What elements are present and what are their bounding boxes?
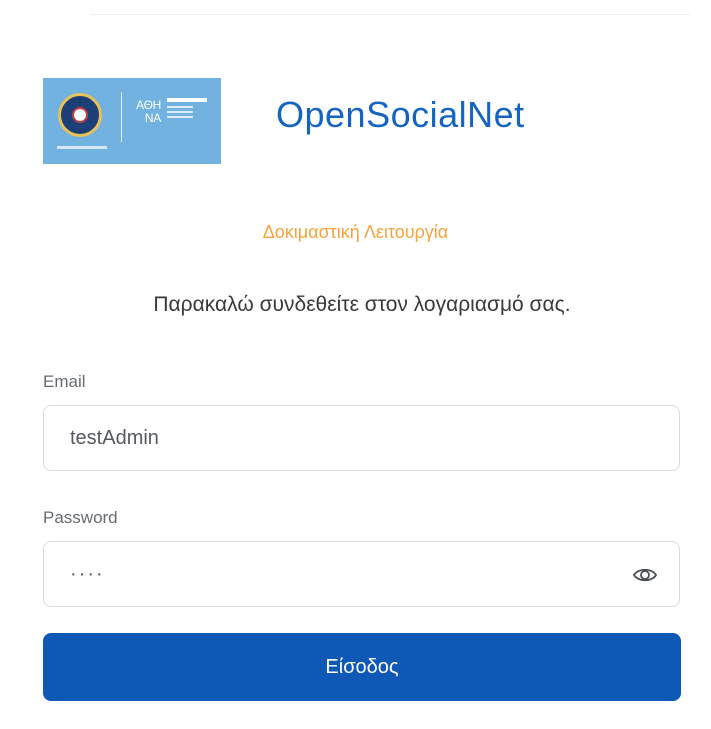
- password-field[interactable]: [44, 542, 604, 606]
- athens-logo: ΑΘΗ ΝΑ: [43, 78, 221, 164]
- email-field-wrapper: [43, 405, 680, 471]
- login-button[interactable]: Είσοδος: [43, 633, 681, 701]
- email-field[interactable]: [44, 406, 604, 470]
- test-mode-notice: Δοκιμαστική Λειτουργία: [262, 222, 449, 242]
- eye-icon[interactable]: [631, 563, 659, 587]
- app-title: OpenSocialNet: [276, 94, 525, 135]
- logo-caption: [57, 146, 107, 149]
- seal-icon: [58, 93, 102, 137]
- login-instructions: Παρακαλώ συνδεθείτε στον λογαριασμό σας.: [153, 293, 571, 316]
- password-field-wrapper: [43, 541, 680, 607]
- logo-wordmark: ΑΘΗ ΝΑ: [136, 98, 161, 125]
- logo-lines: [167, 98, 207, 121]
- email-label: Email: [43, 372, 86, 391]
- logo-divider: [121, 92, 122, 142]
- password-label: Password: [43, 508, 118, 527]
- top-divider: [90, 14, 690, 15]
- login-page: ΑΘΗ ΝΑ OpenSocialNet Δοκιμαστική Λειτουρ…: [0, 0, 711, 729]
- header: ΑΘΗ ΝΑ OpenSocialNet: [43, 78, 683, 164]
